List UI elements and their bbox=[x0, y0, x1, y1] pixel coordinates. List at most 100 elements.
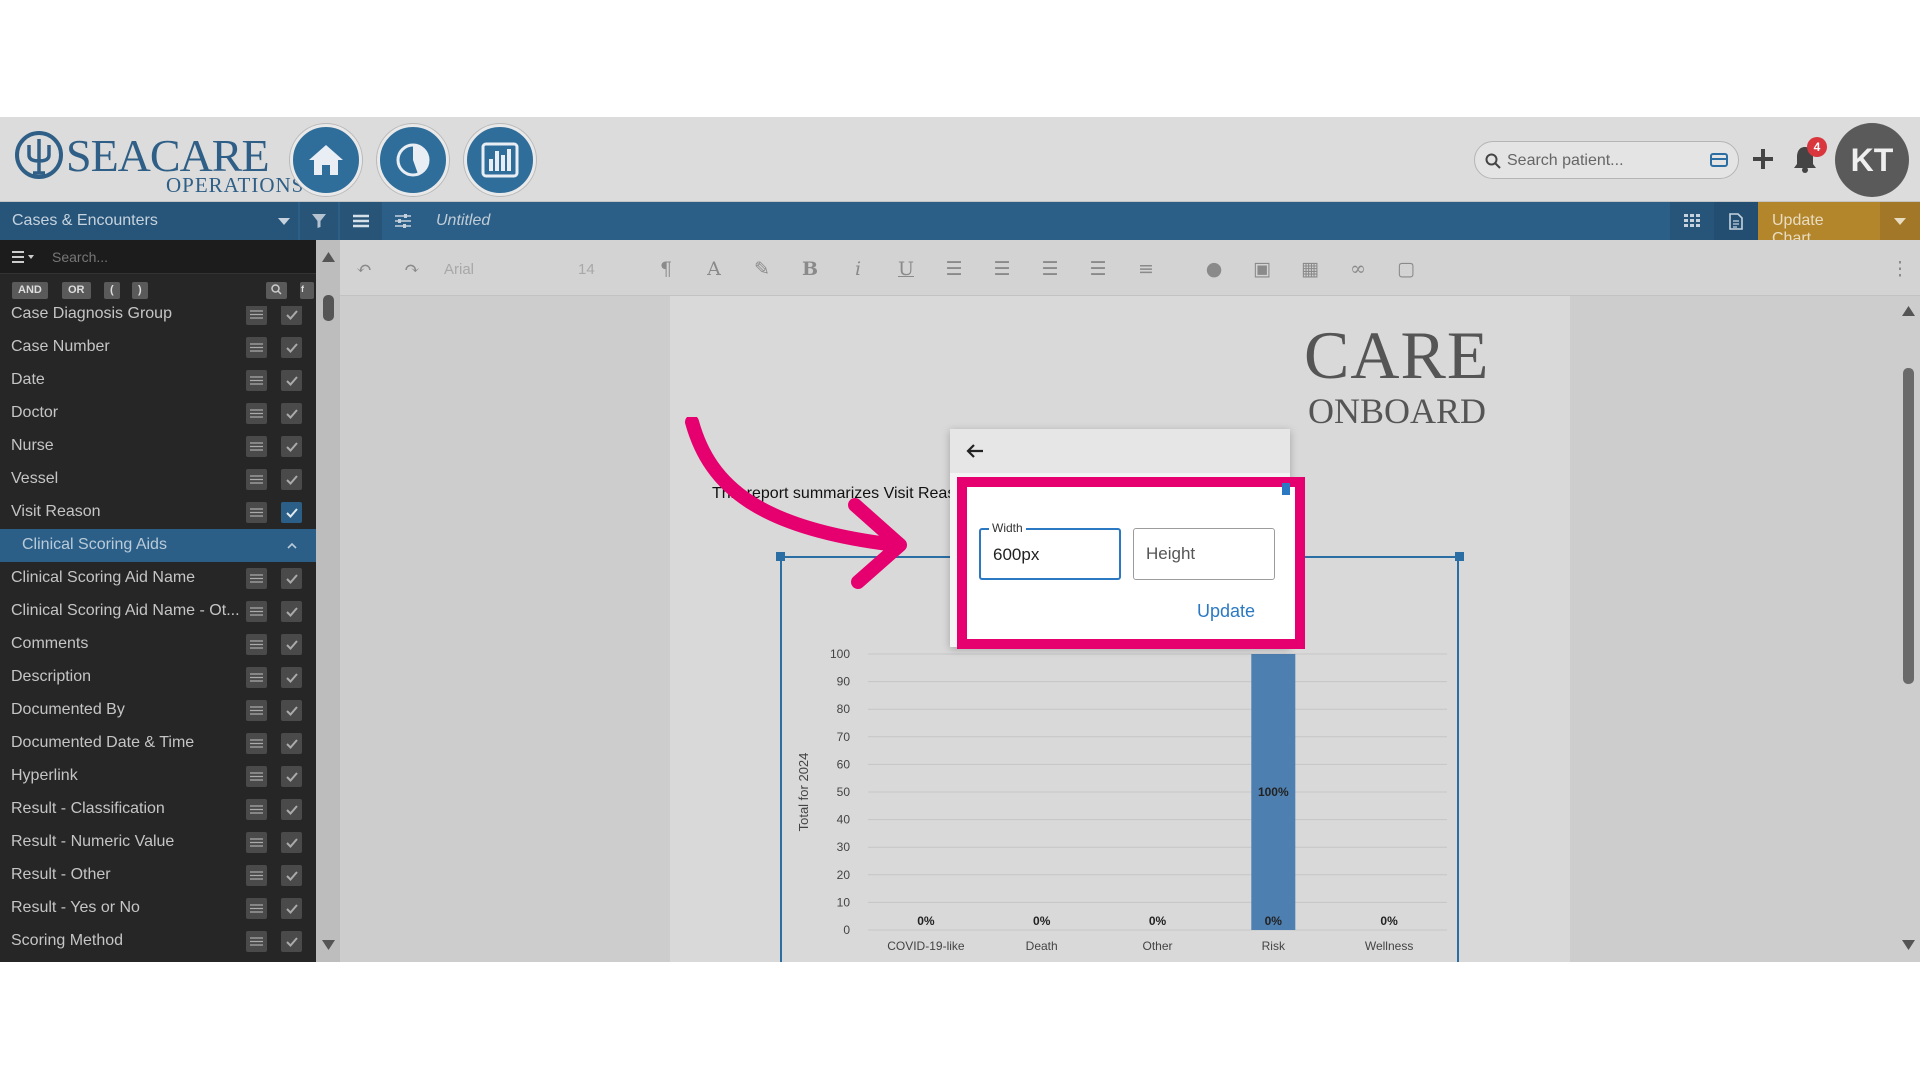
scroll-down-icon[interactable] bbox=[1902, 940, 1915, 950]
font-size-select[interactable]: 14 bbox=[578, 258, 595, 280]
height-input[interactable] bbox=[1146, 543, 1266, 565]
scroll-thumb[interactable] bbox=[323, 295, 334, 321]
checkbox[interactable] bbox=[281, 766, 302, 787]
checkbox[interactable] bbox=[281, 865, 302, 886]
image-icon[interactable]: ▣ bbox=[1250, 258, 1274, 280]
field-options-icon[interactable] bbox=[246, 469, 267, 490]
list-item[interactable]: Result - Numeric Value bbox=[0, 826, 316, 859]
list-menu-icon[interactable] bbox=[12, 250, 36, 264]
checkbox[interactable] bbox=[281, 370, 302, 391]
add-icon[interactable] bbox=[1751, 147, 1775, 171]
field-options-icon[interactable] bbox=[246, 700, 267, 721]
checkbox[interactable] bbox=[281, 436, 302, 457]
scroll-up-icon[interactable] bbox=[1902, 306, 1915, 316]
checkbox[interactable] bbox=[281, 568, 302, 589]
list-item[interactable]: Clinical Scoring Aid Name - Ot... bbox=[0, 595, 316, 628]
field-options-icon[interactable] bbox=[246, 667, 267, 688]
function-chip[interactable]: f bbox=[300, 282, 314, 299]
list-item[interactable]: Result - Yes or No bbox=[0, 892, 316, 925]
font-family-select[interactable]: Arial bbox=[444, 258, 474, 280]
list-item[interactable]: Result - Classification bbox=[0, 793, 316, 826]
home-button[interactable] bbox=[290, 124, 362, 196]
justify-icon[interactable]: ☰ bbox=[1086, 258, 1110, 280]
patient-search[interactable] bbox=[1474, 141, 1739, 179]
sidebar-scrollbar[interactable] bbox=[316, 240, 340, 962]
field-options-icon[interactable] bbox=[246, 898, 267, 919]
field-options-icon[interactable] bbox=[246, 403, 267, 424]
page-scrollbar[interactable] bbox=[1896, 296, 1920, 962]
checkbox[interactable] bbox=[281, 601, 302, 622]
checkbox[interactable] bbox=[281, 799, 302, 820]
list-item[interactable]: Nurse bbox=[0, 430, 316, 463]
search-fields-button[interactable] bbox=[266, 282, 287, 299]
list-item[interactable]: Vessel bbox=[0, 463, 316, 496]
list-item[interactable]: Clinical Scoring Aid Name bbox=[0, 562, 316, 595]
insert-chart-icon[interactable]: ▢ bbox=[1394, 258, 1418, 280]
italic-icon[interactable]: i bbox=[846, 258, 870, 280]
width-input[interactable] bbox=[993, 544, 1113, 566]
list-item[interactable]: Case Number bbox=[0, 331, 316, 364]
reports-button[interactable] bbox=[464, 124, 536, 196]
field-options-icon[interactable] bbox=[246, 865, 267, 886]
field-options-icon[interactable] bbox=[246, 766, 267, 787]
underline-icon[interactable]: U bbox=[894, 258, 918, 280]
checkbox[interactable] bbox=[281, 634, 302, 655]
list-item[interactable]: Visit Reason bbox=[0, 496, 316, 529]
field-options-icon[interactable] bbox=[246, 634, 267, 655]
grid-view-button[interactable] bbox=[1670, 202, 1714, 240]
close-paren-chip[interactable]: ) bbox=[132, 282, 148, 299]
field-options-icon[interactable] bbox=[246, 601, 267, 622]
document-view-button[interactable] bbox=[1714, 202, 1758, 240]
table-icon[interactable]: ▦ bbox=[1298, 258, 1322, 280]
update-button[interactable]: Update bbox=[1197, 601, 1255, 622]
seacare-logo[interactable]: SEACARE OPERATIONS bbox=[14, 125, 303, 197]
list-item[interactable]: Comments bbox=[0, 628, 316, 661]
paragraph-icon[interactable]: ¶ bbox=[654, 258, 678, 280]
update-chart-button[interactable]: Update Chart bbox=[1758, 202, 1880, 247]
list-item[interactable]: Scoring Method bbox=[0, 925, 316, 958]
back-arrow-icon[interactable] bbox=[966, 443, 984, 459]
field-options-icon[interactable] bbox=[246, 832, 267, 853]
list-item[interactable]: Hyperlink bbox=[0, 760, 316, 793]
align-right-icon[interactable]: ☰ bbox=[1038, 258, 1062, 280]
field-options-icon[interactable] bbox=[246, 931, 267, 952]
checkbox[interactable] bbox=[281, 403, 302, 424]
list-item[interactable]: Doctor bbox=[0, 397, 316, 430]
user-avatar[interactable]: KT bbox=[1835, 123, 1909, 197]
field-options-icon[interactable] bbox=[246, 337, 267, 358]
list-item[interactable]: Result - Other bbox=[0, 859, 316, 892]
width-field[interactable]: Width bbox=[979, 521, 1121, 580]
menu-button[interactable] bbox=[340, 202, 382, 240]
checkbox[interactable] bbox=[281, 898, 302, 919]
checkbox[interactable] bbox=[281, 469, 302, 490]
field-options-icon[interactable] bbox=[246, 436, 267, 457]
align-center-icon[interactable]: ☰ bbox=[990, 258, 1014, 280]
checkbox[interactable] bbox=[281, 337, 302, 358]
section-header-clinical-scoring-aids[interactable]: Clinical Scoring Aids bbox=[0, 529, 316, 562]
card-scan-icon[interactable] bbox=[1710, 153, 1728, 167]
dashboard-button[interactable] bbox=[377, 124, 449, 196]
list-item[interactable]: Documented Date & Time bbox=[0, 727, 316, 760]
list-item[interactable]: Documented By bbox=[0, 694, 316, 727]
numbered-list-icon[interactable]: ≡ bbox=[1134, 258, 1158, 280]
filter-button[interactable] bbox=[300, 202, 338, 240]
field-search-input[interactable] bbox=[52, 246, 292, 268]
settings-sliders-button[interactable] bbox=[382, 202, 424, 240]
scroll-up-icon[interactable] bbox=[322, 252, 335, 262]
checkbox[interactable] bbox=[281, 931, 302, 952]
document-title[interactable]: Untitled bbox=[436, 212, 490, 230]
redo-icon[interactable]: ↷ bbox=[400, 258, 424, 280]
undo-icon[interactable]: ↶ bbox=[352, 258, 376, 280]
list-item[interactable]: Description bbox=[0, 661, 316, 694]
checkbox[interactable] bbox=[281, 832, 302, 853]
field-options-icon[interactable] bbox=[246, 306, 267, 325]
and-chip[interactable]: AND bbox=[12, 282, 48, 299]
field-options-icon[interactable] bbox=[246, 799, 267, 820]
checkbox[interactable] bbox=[281, 667, 302, 688]
resize-handle-top-right[interactable] bbox=[1455, 552, 1464, 561]
align-left-icon[interactable]: ☰ bbox=[942, 258, 966, 280]
field-options-icon[interactable] bbox=[246, 568, 267, 589]
checkbox-checked[interactable] bbox=[281, 502, 302, 523]
checkbox[interactable] bbox=[281, 306, 302, 325]
field-options-icon[interactable] bbox=[246, 733, 267, 754]
